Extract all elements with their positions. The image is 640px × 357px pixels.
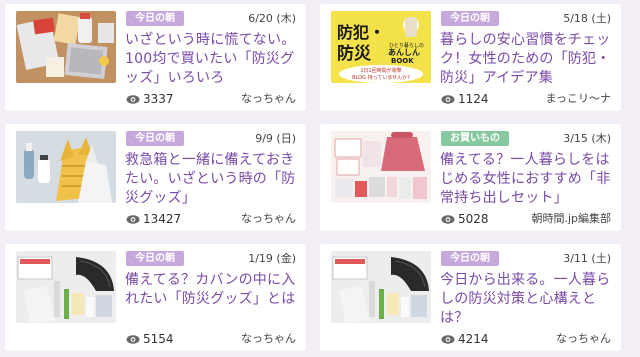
book-subtitle-big: あんしん xyxy=(388,48,420,57)
view-count: 4214 xyxy=(441,332,489,346)
book-bubble-line1: 1日1回時間が電撃 xyxy=(360,67,401,74)
publish-date: 3/15 (木) xyxy=(563,132,611,145)
view-count-value: 3337 xyxy=(143,92,174,106)
publish-date: 6/20 (木) xyxy=(248,12,296,25)
publish-date: 3/11 (土) xyxy=(563,252,611,265)
article-card[interactable]: 防犯・ 防災 ひとり暮らしの あんしん BOOK 1日1回時間が電撃 BLOG … xyxy=(320,4,621,111)
view-count: 13427 xyxy=(126,212,181,226)
author-name[interactable]: まっこリ〜ナ xyxy=(545,92,611,106)
view-count: 5154 xyxy=(126,332,174,346)
eye-icon xyxy=(441,334,455,344)
article-title[interactable]: 今日から出来る。一人暮らしの防災対策と心構えとは？ xyxy=(440,271,614,328)
view-count-value: 5028 xyxy=(458,212,489,226)
eye-icon xyxy=(126,334,140,344)
book-subtitle-book: BOOK xyxy=(391,57,414,65)
author-name[interactable]: 朝時間.jp編集部 xyxy=(531,212,611,226)
publish-date: 1/19 (金) xyxy=(248,252,296,265)
category-badge[interactable]: 今日の朝 xyxy=(126,251,184,266)
category-badge[interactable]: 今日の朝 xyxy=(126,11,184,26)
category-badge[interactable]: 今日の朝 xyxy=(441,11,499,26)
article-card[interactable]: 今日の朝 3/11 (土) 今日から出来る。一人暮らしの防災対策と心構えとは？ … xyxy=(320,244,621,351)
category-badge[interactable]: お買いもの xyxy=(441,131,509,146)
eye-icon xyxy=(441,214,455,224)
view-count-value: 5154 xyxy=(143,332,174,346)
article-title[interactable]: いざという時に慌てない。100均で買いたい「防災グッズ」いろいろ xyxy=(125,31,299,88)
publish-date: 5/18 (土) xyxy=(563,12,611,25)
publish-date: 9/9 (日) xyxy=(255,132,296,145)
article-thumbnail[interactable] xyxy=(331,251,431,323)
article-thumbnail[interactable] xyxy=(16,131,116,203)
author-name[interactable]: なっちゃん xyxy=(241,212,296,226)
article-card[interactable]: 今日の朝 1/19 (金) 備えてる？カバンの中に入れたい「防災グッズ」とは 5… xyxy=(5,244,306,351)
article-thumbnail[interactable] xyxy=(331,131,431,203)
view-count-value: 13427 xyxy=(143,212,182,226)
article-title[interactable]: 備えてる？一人暮らしをはじめる女性におすすめ「非常持ち出しセット」 xyxy=(440,151,614,208)
eye-icon xyxy=(126,214,140,224)
article-title[interactable]: 救急箱と一緒に備えておきたい。いざという時の「防災グッズ」 xyxy=(125,151,299,208)
view-count: 5028 xyxy=(441,212,489,226)
view-count: 3337 xyxy=(126,92,174,106)
category-badge[interactable]: 今日の朝 xyxy=(126,131,184,146)
view-count-value: 1124 xyxy=(458,92,489,106)
article-grid: 今日の朝 6/20 (木) いざという時に慌てない。100均で買いたい「防災グッ… xyxy=(0,0,640,357)
view-count-value: 4214 xyxy=(458,332,489,346)
author-name[interactable]: なっちゃん xyxy=(556,332,611,346)
book-title-line1: 防犯・ xyxy=(337,23,385,42)
article-card[interactable]: 今日の朝 9/9 (日) 救急箱と一緒に備えておきたい。いざという時の「防災グッ… xyxy=(5,124,306,231)
eye-icon xyxy=(126,94,140,104)
view-count: 1124 xyxy=(441,92,489,106)
article-thumbnail[interactable] xyxy=(16,11,116,83)
author-name[interactable]: なっちゃん xyxy=(241,332,296,346)
article-title[interactable]: 備えてる？カバンの中に入れたい「防災グッズ」とは xyxy=(125,271,299,309)
article-card[interactable]: お買いもの 3/15 (木) 備えてる？一人暮らしをはじめる女性におすすめ「非常… xyxy=(320,124,621,231)
article-card[interactable]: 今日の朝 6/20 (木) いざという時に慌てない。100均で買いたい「防災グッ… xyxy=(5,4,306,111)
book-bubble-line2: BLOG 持っていませんか? xyxy=(352,74,410,81)
article-title[interactable]: 暮らしの安心習慣をチェック！女性のための「防犯・防災」アイデア集 xyxy=(440,31,614,88)
author-name[interactable]: なっちゃん xyxy=(241,92,296,106)
article-thumbnail[interactable]: 防犯・ 防災 ひとり暮らしの あんしん BOOK 1日1回時間が電撃 BLOG … xyxy=(331,11,431,83)
article-thumbnail[interactable] xyxy=(16,251,116,323)
category-badge[interactable]: 今日の朝 xyxy=(441,251,499,266)
eye-icon xyxy=(441,94,455,104)
book-title-line2: 防災 xyxy=(337,43,372,64)
